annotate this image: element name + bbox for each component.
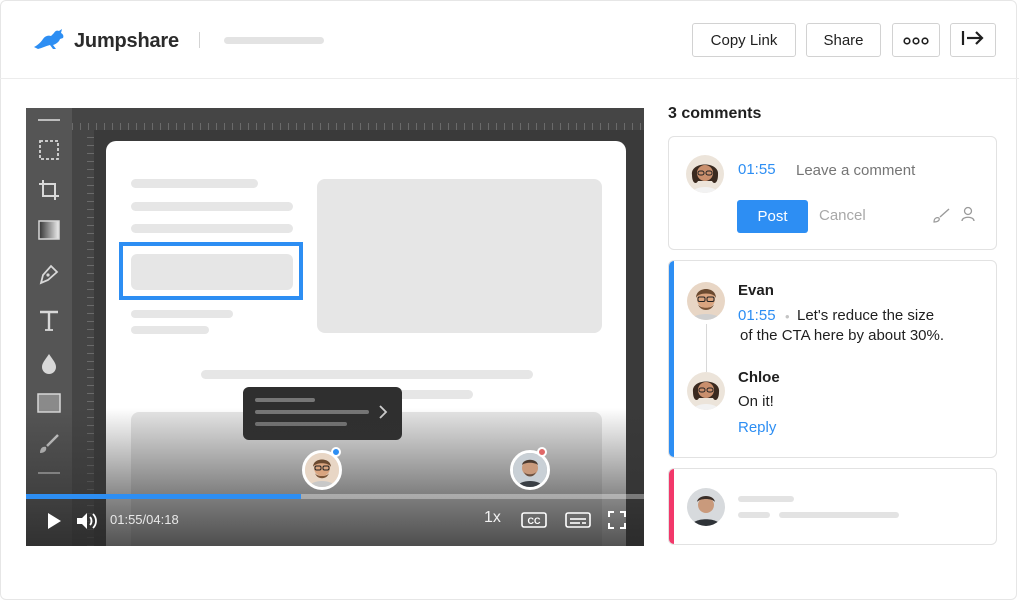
marquee-select-icon: [37, 138, 61, 162]
avatar-evan: [687, 282, 725, 320]
crop-icon: [37, 178, 61, 202]
avatar-face-icon: [513, 453, 547, 487]
exit-button[interactable]: [950, 23, 996, 57]
play-button[interactable]: [46, 512, 62, 530]
avatar-face-icon: [686, 155, 724, 193]
comment-author: Evan: [738, 282, 774, 299]
video-progress-fill: [26, 494, 302, 499]
volume-icon: [77, 513, 97, 529]
reply-link[interactable]: Reply: [738, 419, 776, 436]
tooltip-line: [255, 398, 315, 402]
comment-input[interactable]: [793, 159, 966, 181]
comment-author: Chloe: [738, 369, 780, 386]
comment-collapsed[interactable]: [668, 468, 997, 545]
comments-count: 3 comments: [668, 105, 762, 122]
fullscreen-button[interactable]: [608, 511, 626, 529]
svg-text:CC: CC: [528, 516, 541, 526]
comment-text: On it!: [738, 393, 774, 410]
exit-arrow-icon: [961, 29, 985, 51]
user-mention-icon[interactable]: [961, 206, 975, 227]
video-controls: 01:55/04:18 1x CC: [26, 504, 644, 546]
image-placeholder: [317, 179, 602, 333]
kangaroo-logo-icon: [32, 27, 66, 56]
avatar-chloe: [687, 372, 725, 410]
comment-timestamp[interactable]: 01:55: [738, 307, 776, 324]
video-player[interactable]: 01:55/04:18 1x CC: [26, 108, 644, 546]
pen-icon: [37, 262, 61, 286]
closed-captions-button[interactable]: CC: [521, 512, 547, 528]
thread-connector: [706, 324, 707, 372]
comment-text: of the CTA here by about 30%.: [740, 327, 945, 344]
subtitles-button[interactable]: [565, 512, 591, 528]
composer-timestamp[interactable]: 01:55: [738, 161, 776, 178]
logo[interactable]: Jumpshare: [32, 27, 179, 56]
cancel-button[interactable]: Cancel: [819, 207, 866, 224]
fullscreen-icon: [608, 511, 626, 529]
volume-button[interactable]: [76, 511, 98, 531]
placeholder-line: [131, 310, 233, 318]
play-icon: [48, 513, 61, 529]
more-dots-icon: [903, 32, 929, 49]
toolbar-divider: [38, 119, 60, 121]
playback-speed-button[interactable]: 1x: [484, 509, 501, 527]
header: Jumpshare Copy Link Share: [0, 0, 1019, 79]
playback-time: 01:55/04:18: [110, 512, 179, 527]
text-tool-icon: [37, 308, 61, 332]
subtitles-icon: [565, 512, 591, 528]
placeholder-line: [738, 512, 770, 518]
post-button[interactable]: Post: [737, 200, 808, 233]
drop-icon: [37, 351, 61, 375]
placeholder-line: [779, 512, 899, 518]
avatar-face-icon: [687, 372, 725, 410]
more-options-button[interactable]: [892, 23, 940, 57]
timestamp-separator: •: [785, 309, 790, 324]
marker-status-dot: [331, 447, 341, 457]
placeholder-line: [131, 224, 293, 233]
cc-icon: CC: [521, 512, 547, 528]
placeholder-line: [201, 370, 533, 379]
placeholder-line: [738, 496, 794, 502]
avatar: [687, 488, 725, 526]
comment-thread: Evan 01:55 • Let's reduce the size of th…: [668, 260, 997, 458]
comment-composer: 01:55 Post Cancel: [668, 136, 997, 250]
avatar: [686, 155, 724, 193]
share-button[interactable]: Share: [806, 23, 881, 57]
avatar-face-icon: [687, 282, 725, 320]
ruler-top: [72, 108, 644, 130]
draw-brush-icon[interactable]: [933, 207, 951, 228]
copy-link-button[interactable]: Copy Link: [692, 23, 796, 57]
annotation-highlight-box[interactable]: [119, 242, 303, 300]
header-divider: [199, 32, 200, 48]
file-title-placeholder: [224, 37, 324, 44]
comment-text: Let's reduce the size: [797, 307, 935, 324]
thread-accent-bar: [669, 469, 674, 544]
placeholder-line: [131, 326, 209, 334]
thread-accent-bar: [669, 261, 674, 457]
placeholder-line: [131, 179, 258, 188]
app-name: Jumpshare: [74, 30, 179, 52]
video-progress-bar[interactable]: [26, 494, 644, 499]
marker-status-dot: [537, 447, 547, 457]
placeholder-line: [131, 202, 293, 211]
gradient-icon: [37, 218, 61, 242]
avatar-face-icon: [305, 453, 339, 487]
avatar-face-icon: [687, 488, 725, 526]
